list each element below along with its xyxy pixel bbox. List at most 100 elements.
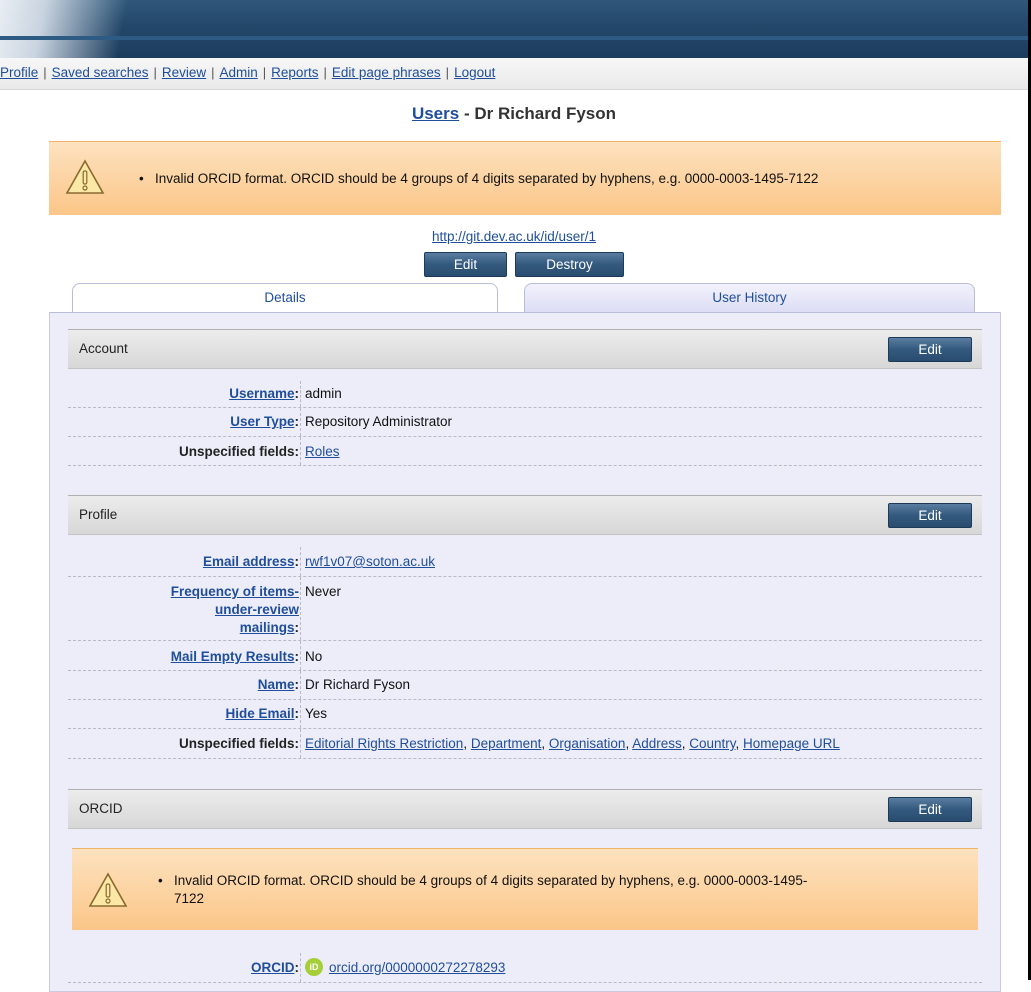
page-title: Users - Dr Richard Fyson <box>0 104 1028 124</box>
column-divider <box>300 953 301 982</box>
orcid-edit-button[interactable]: Edit <box>888 797 972 822</box>
profile-section-title: Profile <box>79 507 118 522</box>
username-label-link[interactable]: Username <box>229 386 294 401</box>
account-unspecified-row: Unspecified fields: Roles <box>68 437 982 466</box>
frequency-label-line: Frequency of items- <box>170 584 299 599</box>
column-divider <box>300 437 301 465</box>
page-title-name: - Dr Richard Fyson <box>459 104 617 123</box>
menu-separator: | <box>211 65 215 80</box>
email-label-link[interactable]: Email address <box>203 554 295 569</box>
menu-item-saved-searches[interactable]: Saved searches <box>52 65 149 80</box>
warning-text-line: 7122 <box>174 891 205 906</box>
column-divider <box>300 671 301 699</box>
field-label: Frequency of items-under-review mailings: <box>170 584 299 635</box>
user-uri-link[interactable]: http://git.dev.ac.uk/id/user/1 <box>432 229 596 244</box>
warning-message: Invalid ORCID format. ORCID should be 4 … <box>49 141 1001 215</box>
account-edit-button[interactable]: Edit <box>888 337 972 362</box>
mail-empty-value: No <box>305 649 323 664</box>
orcid-section-title: ORCID <box>79 801 123 816</box>
field-label: Email address: <box>202 554 299 569</box>
warning-icon <box>88 872 128 907</box>
site-header-banner <box>0 0 1028 58</box>
usertype-value: Repository Administrator <box>305 414 453 429</box>
main-menu: Profile | Saved searches | Review | Admin | Repo… <box>0 58 1028 90</box>
orcid-label-link[interactable]: ORCID <box>251 960 295 975</box>
hide-email-value: Yes <box>305 706 328 721</box>
column-divider <box>300 408 301 436</box>
menu-item-logout[interactable]: Logout <box>454 65 495 80</box>
menu-item-profile[interactable]: Profile <box>0 65 38 80</box>
header-stripe <box>0 36 1028 40</box>
header-logo-graphic <box>0 0 140 58</box>
unspecified-field-link-editorial-rights[interactable]: Editorial Rights Restriction <box>305 736 463 751</box>
menu-separator: | <box>445 65 450 80</box>
orcid-value: iD orcid.org/0000000272278293 <box>305 958 505 976</box>
profile-unspecified-row: Unspecified fields: Editorial Rights Res… <box>68 729 982 759</box>
warning-text: Invalid ORCID format. ORCID should be 4 … <box>156 872 966 908</box>
account-section-title: Account <box>79 341 128 356</box>
column-divider <box>300 641 301 670</box>
orcid-link[interactable]: orcid.org/0000000272278293 <box>329 960 505 975</box>
field-label: Mail Empty Results: <box>170 649 299 664</box>
destroy-user-button[interactable]: Destroy <box>515 252 624 277</box>
mail-empty-label-link[interactable]: Mail Empty Results <box>171 649 295 664</box>
profile-edit-button[interactable]: Edit <box>888 503 972 528</box>
usertype-label-link[interactable]: User Type <box>230 414 294 429</box>
account-usertype-row: User Type: Repository Administrator <box>68 408 982 437</box>
tab-user-history[interactable]: User History <box>524 283 975 313</box>
unspecified-fields-list: Roles <box>305 444 340 459</box>
warning-text-line: Invalid ORCID format. ORCID should be 4 … <box>174 873 808 888</box>
column-divider <box>300 700 301 728</box>
frequency-value: Never <box>305 584 342 599</box>
hide-email-label-link[interactable]: Hide Email <box>225 706 294 721</box>
edit-user-button[interactable]: Edit <box>424 252 507 277</box>
menu-separator: | <box>262 65 267 80</box>
profile-email-row: Email address: rwf1v07@soton.ac.uk <box>68 547 982 577</box>
user-uri: http://git.dev.ac.uk/id/user/1 <box>0 229 1028 244</box>
column-divider <box>300 577 301 640</box>
field-label: Name: <box>257 677 299 692</box>
profile-mail-empty-row: Mail Empty Results: No <box>68 641 982 671</box>
account-section-header: Account Edit <box>68 329 982 369</box>
email-value: rwf1v07@soton.ac.uk <box>305 554 435 569</box>
email-link[interactable]: rwf1v07@soton.ac.uk <box>305 554 435 569</box>
menu-separator: | <box>43 65 47 80</box>
profile-hide-email-row: Hide Email: Yes <box>68 700 982 729</box>
account-username-row: Username: admin <box>68 381 982 408</box>
unspecified-field-link-country[interactable]: Country <box>689 736 735 751</box>
column-divider <box>300 729 301 758</box>
orcid-section-header: ORCID Edit <box>68 789 982 829</box>
username-value: admin <box>305 386 342 401</box>
unspecified-field-link-address[interactable]: Address <box>632 736 682 751</box>
users-link[interactable]: Users <box>412 104 459 123</box>
field-label: ORCID: <box>251 960 299 975</box>
menu-item-edit-page-phrases[interactable]: Edit page phrases <box>332 65 441 80</box>
unspecified-field-link-department[interactable]: Department <box>471 736 542 751</box>
unspecified-field-link-organisation[interactable]: Organisation <box>549 736 626 751</box>
frequency-label-line: under-review <box>214 602 299 617</box>
unspecified-fields-label: Unspecified fields: <box>178 736 299 751</box>
profile-section-header: Profile Edit <box>68 495 982 535</box>
tab-details[interactable]: Details <box>72 283 498 313</box>
frequency-label-link[interactable]: Frequency of items-under-review mailings <box>171 584 299 635</box>
orcid-warning-message: Invalid ORCID format. ORCID should be 4 … <box>72 848 978 930</box>
menu-separator: | <box>323 65 327 80</box>
menu-item-reports[interactable]: Reports <box>271 65 318 80</box>
menu-item-admin[interactable]: Admin <box>220 65 258 80</box>
warning-list: Invalid ORCID format. ORCID should be 4 … <box>156 872 966 908</box>
frequency-label-line: mailings <box>239 620 295 635</box>
unspecified-fields-label: Unspecified fields: <box>178 444 299 459</box>
field-label: Username: <box>229 386 299 401</box>
column-divider <box>300 381 301 407</box>
field-label: Hide Email: <box>225 706 299 721</box>
orcid-id-icon: iD <box>305 958 323 976</box>
warning-text: Invalid ORCID format. ORCID should be 4 … <box>137 170 818 188</box>
menu-item-review[interactable]: Review <box>162 65 206 80</box>
warning-list: Invalid ORCID format. ORCID should be 4 … <box>137 170 818 188</box>
unspecified-field-link-homepage-url[interactable]: Homepage URL <box>743 736 840 751</box>
warning-icon <box>65 159 105 194</box>
field-label: User Type: <box>230 414 299 429</box>
name-label-link[interactable]: Name <box>258 677 295 692</box>
unspecified-field-link-roles[interactable]: Roles <box>305 444 340 459</box>
orcid-row: ORCID: iD orcid.org/0000000272278293 <box>68 953 982 983</box>
